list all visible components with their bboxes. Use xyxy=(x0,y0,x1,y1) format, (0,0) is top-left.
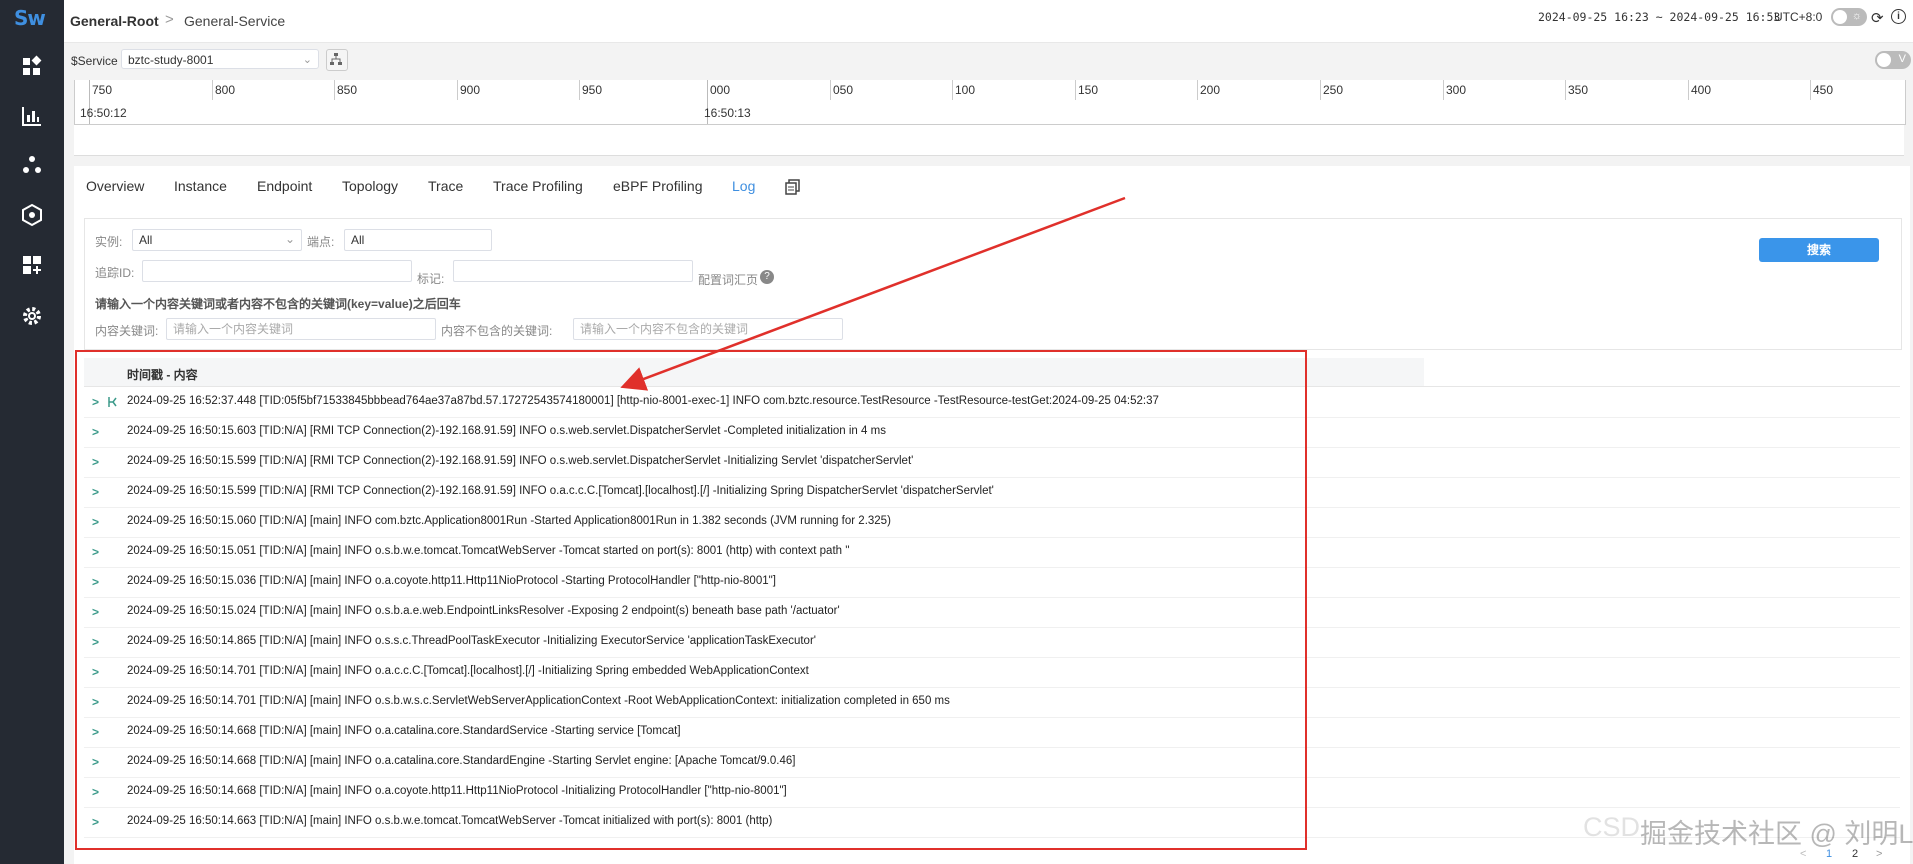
timeline-tick-label: 850 xyxy=(337,83,358,97)
chevron-down-icon: ⌄ xyxy=(284,232,295,246)
timeline-tick-line xyxy=(830,80,831,100)
tab-log[interactable]: Log xyxy=(732,178,755,194)
v-toggle[interactable]: V xyxy=(1875,51,1911,69)
timeline-tick-line xyxy=(1075,80,1076,100)
search-button[interactable]: 搜索 xyxy=(1759,238,1879,262)
log-filters: 实例: All ⌄ 端点: All 追踪ID: 标记: 配置词汇页 ? 请输入一… xyxy=(84,218,1902,350)
hierarchy-icon[interactable] xyxy=(326,49,348,71)
timeline-tick-label: 800 xyxy=(215,83,236,97)
timeline-tick-line xyxy=(1810,80,1811,100)
timezone-label: UTC+8:0 xyxy=(1774,10,1823,24)
timeline-tick-line xyxy=(457,80,458,100)
timeline-tick-label: 750 xyxy=(92,83,113,97)
timeline-tick-line xyxy=(579,80,580,100)
instance-select-value: All xyxy=(139,233,153,247)
timeline-tick-label: 200 xyxy=(1200,83,1221,97)
sun-icon: ☼ xyxy=(1851,10,1862,22)
endpoint-select-value: All xyxy=(351,233,365,247)
tab-instance[interactable]: Instance xyxy=(174,178,227,194)
config-vocabulary-label: 配置词汇页 xyxy=(698,273,759,287)
timeline-tick-label: 150 xyxy=(1078,83,1099,97)
chart-icon[interactable] xyxy=(20,104,44,128)
timeline-tick-label: 100 xyxy=(955,83,976,97)
watermark: CSD 掘金技术社区 @ 刘明L xyxy=(1583,812,1913,849)
timeline-tick-line xyxy=(334,80,335,100)
v-toggle-label: V xyxy=(1898,53,1906,65)
keyword-hint: 请输入一个内容关键词或者内容不包含的关键词(key=value)之后回车 xyxy=(95,297,461,311)
top-header: General-Root > General-Service 2024-09-2… xyxy=(64,0,1913,43)
timeline-tick-label: 900 xyxy=(460,83,481,97)
timeline-tick-label: 950 xyxy=(582,83,603,97)
timeline-tick-label: 050 xyxy=(833,83,854,97)
endpoint-select[interactable]: All xyxy=(344,229,492,251)
timeline-tick-line xyxy=(1443,80,1444,100)
timeline-tick-label: 350 xyxy=(1568,83,1589,97)
timeline-tick-line xyxy=(1688,80,1689,100)
tags-label: 标记: xyxy=(417,272,445,286)
timeline-tick-label: 250 xyxy=(1323,83,1344,97)
tags-input[interactable] xyxy=(453,260,693,282)
chevron-down-icon: ⌄ xyxy=(302,54,312,66)
keyword-input[interactable]: 请输入一个内容关键词 xyxy=(166,318,436,340)
keyword-label: 内容关键词: xyxy=(95,324,159,338)
breadcrumb-current: General-Service xyxy=(184,13,286,29)
timeline-tick-line xyxy=(1197,80,1198,100)
trace-id-label: 追踪ID: xyxy=(95,266,135,280)
highlight-box xyxy=(75,350,1307,850)
shield-icon[interactable] xyxy=(20,203,44,227)
tab-endpoint[interactable]: Endpoint xyxy=(257,178,312,194)
time-range[interactable]: 2024-09-25 16:23 ~ 2024-09-25 16:53 xyxy=(1538,10,1780,24)
timeline-tick-label: 450 xyxy=(1813,83,1834,97)
timeline-footer xyxy=(74,125,1904,156)
instance-select[interactable]: All ⌄ xyxy=(132,229,302,251)
service-bar: $Service bztc-study-8001 ⌄ V xyxy=(64,43,1913,79)
tab-trace[interactable]: Trace xyxy=(428,178,463,194)
keyword-placeholder: 请输入一个内容关键词 xyxy=(173,322,294,336)
breadcrumb-separator: > xyxy=(165,11,174,28)
toggle-knob xyxy=(1833,10,1847,24)
service-select[interactable]: bztc-study-8001 ⌄ xyxy=(121,49,319,69)
tab-trace-profiling[interactable]: Trace Profiling xyxy=(493,178,583,194)
exclude-keyword-label: 内容不包含的关键词: xyxy=(441,324,553,338)
tab-topology[interactable]: Topology xyxy=(342,178,398,194)
timeline-tick-line xyxy=(1565,80,1566,100)
tab-bar: Overview Instance Endpoint Topology Trac… xyxy=(74,166,1910,208)
info-icon[interactable]: i xyxy=(1891,9,1906,24)
add-widget-icon[interactable] xyxy=(20,253,44,277)
watermark-text: 掘金技术社区 @ 刘明L xyxy=(1640,819,1913,849)
timeline-time-label: 16:50:13 xyxy=(704,106,751,120)
timeline-tick-line xyxy=(212,80,213,100)
log-table-header-filler xyxy=(1424,358,1900,387)
exclude-keyword-input[interactable]: 请输入一个内容不包含的关键词 xyxy=(573,318,843,340)
tab-overview[interactable]: Overview xyxy=(86,178,144,194)
help-icon[interactable]: ? xyxy=(760,270,774,284)
instance-label: 实例: xyxy=(95,235,123,249)
theme-toggle[interactable]: ☼ xyxy=(1831,8,1867,26)
timeline-tick-label: 000 xyxy=(710,83,731,97)
dashboard-icon[interactable] xyxy=(20,55,44,79)
tab-ebpf-profiling[interactable]: eBPF Profiling xyxy=(613,178,702,194)
timeline-tick-line xyxy=(1320,80,1321,100)
sidebar: Sw xyxy=(0,0,64,864)
copy-icon[interactable] xyxy=(785,179,801,200)
timeline-tick-label: 300 xyxy=(1446,83,1467,97)
gear-icon[interactable] xyxy=(20,304,44,328)
exclude-keyword-placeholder: 请输入一个内容不包含的关键词 xyxy=(580,322,749,336)
timeline-time-label: 16:50:12 xyxy=(80,106,127,120)
service-label: $Service xyxy=(71,54,118,68)
app-logo[interactable]: Sw xyxy=(14,6,46,30)
timeline-strip: 750 800 850 900 950 000 050 100 150 200 250 300 350 4… xyxy=(74,80,1906,125)
breadcrumb-root[interactable]: General-Root xyxy=(70,13,159,29)
service-select-value: bztc-study-8001 xyxy=(128,53,214,67)
endpoint-label: 端点: xyxy=(307,235,335,249)
trace-id-input[interactable] xyxy=(142,260,412,282)
timeline-tick-label: 400 xyxy=(1691,83,1712,97)
timeline-tick-line xyxy=(952,80,953,100)
watermark-lead: CSD xyxy=(1583,812,1641,842)
toggle-knob xyxy=(1877,53,1891,67)
refresh-icon[interactable]: ⟳ xyxy=(1871,9,1884,27)
topology-icon[interactable] xyxy=(20,153,44,177)
